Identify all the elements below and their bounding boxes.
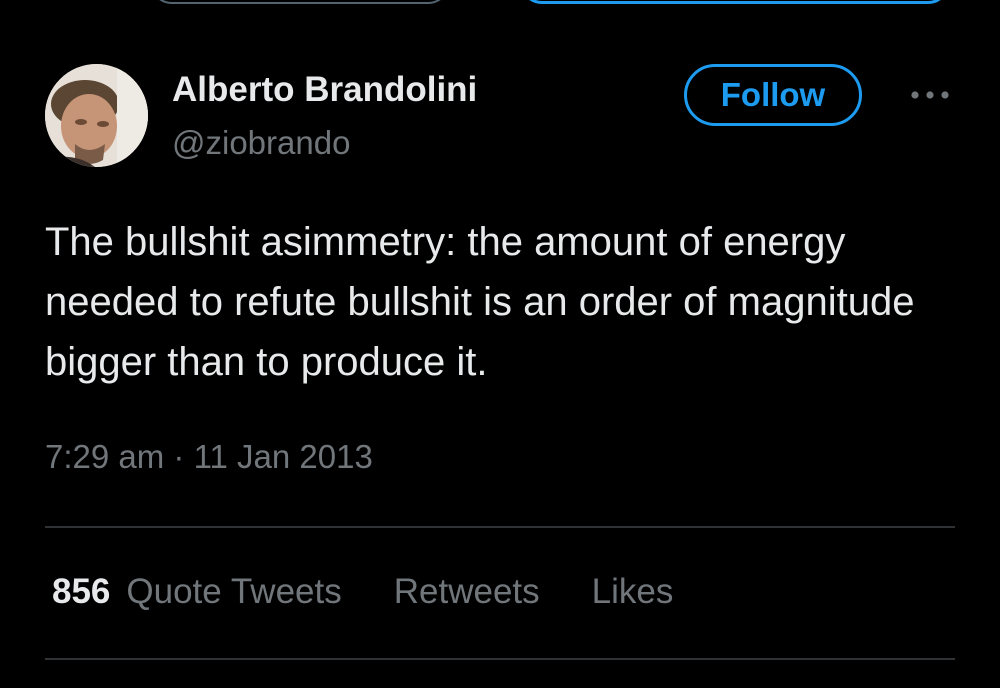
more-options-button[interactable] xyxy=(905,80,955,110)
more-horizontal-icon xyxy=(911,91,949,99)
top-right-button[interactable] xyxy=(520,0,950,4)
author-name[interactable]: Alberto Brandolini xyxy=(172,70,477,110)
divider xyxy=(45,658,955,660)
top-left-button[interactable] xyxy=(150,0,450,4)
quote-tweets-count[interactable]: 856 xyxy=(52,572,110,612)
avatar-photo xyxy=(45,64,148,167)
tweet-meta-separator: · xyxy=(173,438,185,475)
avatar[interactable] xyxy=(45,64,148,167)
tweet-time[interactable]: 7:29 am xyxy=(45,438,164,475)
divider xyxy=(45,526,955,528)
tweet-date[interactable]: 11 Jan 2013 xyxy=(194,438,373,475)
tweet-timestamp[interactable]: 7:29 am · 11 Jan 2013 xyxy=(45,438,373,476)
retweets-link[interactable]: Retweets xyxy=(394,572,540,612)
follow-button[interactable]: Follow xyxy=(684,64,862,126)
tweet-text: The bullshit asimmetry: the amount of en… xyxy=(45,220,915,384)
quote-tweets-link[interactable]: Quote Tweets xyxy=(126,572,341,612)
author-handle[interactable]: @ziobrando xyxy=(172,124,350,162)
likes-link[interactable]: Likes xyxy=(592,572,674,612)
tweet-stats: 856 Quote Tweets Retweets Likes xyxy=(52,572,673,612)
